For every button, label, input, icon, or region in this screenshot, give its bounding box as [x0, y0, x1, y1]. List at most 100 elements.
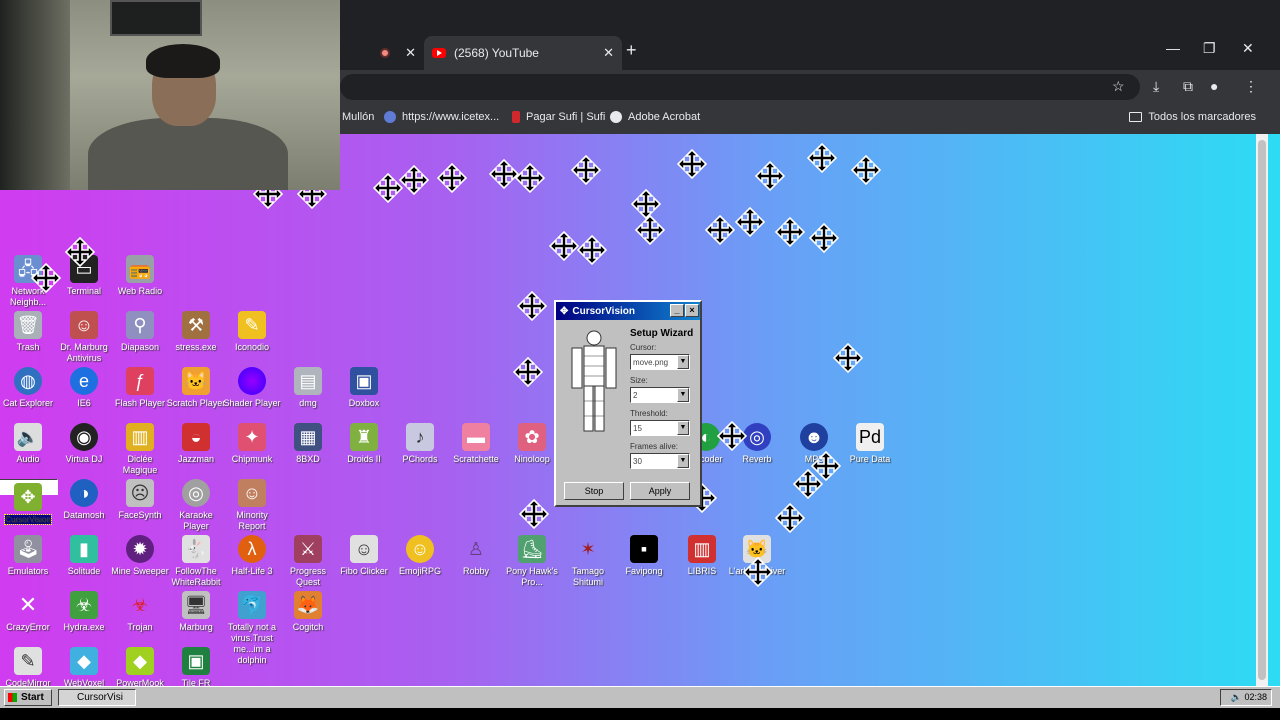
desktop-icon[interactable]: ◆ PowerMook — [110, 647, 170, 689]
desktop-icon[interactable]: ♙ Robby — [446, 535, 506, 577]
desktop-icon[interactable]: ☣ Hydra.exe — [54, 591, 114, 633]
close-tab-icon[interactable]: ✕ — [603, 45, 614, 61]
desktop-icon-selected[interactable]: ✥ CursorVision — [0, 479, 58, 525]
menu-icon[interactable]: ⋮ — [1244, 78, 1258, 95]
desktop-icon[interactable]: 🗑 Trash — [0, 311, 58, 353]
tuning-fork-icon: ⚲ — [126, 311, 154, 339]
tab-recording[interactable]: ✕ — [340, 36, 424, 70]
bookmark-item[interactable]: https://www.icetex... — [384, 111, 499, 123]
desktop-icon[interactable]: ♪ PChords — [390, 423, 450, 465]
desktop-icon[interactable]: ◆ WebVoxel — [54, 647, 114, 689]
desktop-icon[interactable]: ⚔ Progress Quest — [278, 535, 338, 588]
cursor-select[interactable]: move.png ▼ — [630, 354, 690, 370]
webcam-person-hair — [146, 44, 220, 78]
desktop-icon[interactable]: 🖥 Marburg — [166, 591, 226, 633]
desktop-icon[interactable]: ▥ LIBRIS — [672, 535, 732, 577]
desktop-icon[interactable]: Shader Player — [222, 367, 282, 409]
download-icon[interactable]: ⤓ — [1153, 78, 1159, 95]
cassette-icon: ▬ — [462, 423, 490, 451]
new-tab-button[interactable]: + — [626, 40, 637, 61]
desktop-icon[interactable]: ▥ Diclée Magique — [110, 423, 170, 476]
desktop-icon[interactable]: ☺ Fibo Clicker — [334, 535, 394, 577]
stop-button[interactable]: Stop — [564, 482, 624, 500]
apply-button[interactable]: Apply — [630, 482, 690, 500]
desktop-icon[interactable]: ☹ FaceSynth — [110, 479, 170, 521]
desktop-icon[interactable]: ƒ Flash Player — [110, 367, 170, 409]
profile-avatar[interactable]: ● — [1210, 78, 1218, 94]
doctor-icon: ☺ — [70, 311, 98, 339]
tab-youtube[interactable]: (2568) YouTube ✕ — [424, 36, 622, 70]
chevron-down-icon[interactable]: ▼ — [677, 454, 689, 468]
desktop-icon[interactable]: ▤ dmg — [278, 367, 338, 409]
all-bookmarks-button[interactable]: Todos los marcadores — [1129, 111, 1256, 123]
desktop-icon[interactable]: ☺ Minority Report — [222, 479, 282, 532]
cursor-label: Cursor: — [630, 343, 657, 352]
desktop-icon[interactable]: 🐬 Totally not a virus.Trust me...im a dol… — [222, 591, 282, 666]
taskbar-item-cursorvision[interactable]: CursorVisi — [58, 689, 136, 706]
desktop-icon[interactable]: 📻 Web Radio — [110, 255, 170, 297]
desktop-icon[interactable]: e IE6 — [54, 367, 114, 409]
desktop-icon[interactable]: 🕹 Emulators — [0, 535, 58, 577]
desktop-icon[interactable]: ⚒ stress.exe — [166, 311, 226, 353]
all-bookmarks-label: Todos los marcadores — [1148, 111, 1256, 123]
bookmark-item[interactable]: Adobe Acrobat — [610, 111, 700, 123]
desktop-icon[interactable]: ✦ Chipmunk — [222, 423, 282, 465]
desktop-icon[interactable]: λ Half-Life 3 — [222, 535, 282, 577]
chevron-down-icon[interactable]: ▼ — [677, 388, 689, 402]
desktop-icon[interactable]: ◎ Karaoke Player — [166, 479, 226, 532]
desktop-icon[interactable]: ☣ Trojan — [110, 591, 170, 633]
threshold-select[interactable]: 15 ▼ — [630, 420, 690, 436]
desktop-icon[interactable]: ▮ Solitude — [54, 535, 114, 577]
move-cursor-icon — [851, 155, 881, 185]
desktop-icon[interactable]: ◒ Jazzman — [166, 423, 226, 465]
start-button[interactable]: Start — [4, 689, 52, 706]
desktop-icon[interactable]: 🦊 Cogitch — [278, 591, 338, 633]
desktop-icon[interactable]: 🐱 Scratch Player — [166, 367, 226, 409]
extensions-icon[interactable]: ⧉ — [1183, 78, 1193, 95]
desktop-icon[interactable]: ◉ Virtua DJ — [54, 423, 114, 465]
desktop-icon[interactable]: ✹ Mine Sweeper — [110, 535, 170, 577]
dialog-close-button[interactable]: × — [685, 304, 699, 317]
gameboy-icon: ▣ — [182, 647, 210, 675]
desktop-icon[interactable]: ☺ Dr. Marburg Antivirus — [54, 311, 114, 364]
desktop-icon[interactable]: ◍ Cat Explorer — [0, 367, 58, 409]
shader-sphere-icon — [238, 367, 266, 395]
desktop-icon[interactable]: ⚲ Diapason — [110, 311, 170, 353]
desktop-icon[interactable]: ▣ Tile FR — [166, 647, 226, 689]
scrollbar-thumb[interactable] — [1258, 140, 1266, 680]
address-bar[interactable] — [340, 74, 1140, 100]
close-tab-icon[interactable]: ✕ — [405, 45, 416, 61]
desktop-icon[interactable]: ✎ CodeMirror — [0, 647, 58, 689]
frames-alive-select[interactable]: 30 ▼ — [630, 453, 690, 469]
close-window-button[interactable]: ✕ — [1242, 40, 1254, 57]
desktop-icon[interactable]: 🐇 FollowThe WhiteRabbit — [166, 535, 226, 588]
desktop-icon[interactable]: 🔈 Audio — [0, 423, 58, 465]
chevron-down-icon[interactable]: ▼ — [677, 421, 689, 435]
desktop-icon[interactable]: ◑ Datamosh — [54, 479, 114, 521]
swords-icon: ⚔ — [294, 535, 322, 563]
bookmark-item[interactable]: Pagar Sufi | Sufi — [512, 111, 605, 123]
desktop-icon[interactable]: ▣ Doxbox — [334, 367, 394, 409]
desktop-icon[interactable]: ▪ Favipong — [614, 535, 674, 577]
desktop-icon[interactable]: ⛸ Pony Hawk's Pro... — [502, 535, 562, 588]
sufi-favicon-icon — [512, 111, 520, 123]
desktop-icon[interactable]: ✎ Iconodio — [222, 311, 282, 353]
bookmark-item[interactable]: Mullón — [342, 111, 374, 123]
desktop-icon[interactable]: ✿ Ninoloop — [502, 423, 562, 465]
dialog-titlebar[interactable]: ✥ CursorVision _ × — [556, 302, 700, 320]
minimize-button[interactable]: — — [1166, 40, 1180, 56]
face-icon: ☹ — [126, 479, 154, 507]
desktop-icon[interactable]: Pd Pure Data — [840, 423, 900, 465]
speaker-icon[interactable]: 🔈 — [1231, 692, 1245, 702]
chevron-down-icon[interactable]: ▼ — [677, 355, 689, 369]
desktop-icon[interactable]: ♜ Droids II — [334, 423, 394, 465]
size-select[interactable]: 2 ▼ — [630, 387, 690, 403]
desktop-icon[interactable]: ✶ Tamago Shitumi — [558, 535, 618, 588]
desktop-icon[interactable]: ☺ EmojiRPG — [390, 535, 450, 577]
dialog-minimize-button[interactable]: _ — [670, 304, 684, 317]
star-icon[interactable]: ☆ — [1112, 78, 1125, 95]
restore-button[interactable]: ❐ — [1203, 40, 1216, 57]
desktop-icon[interactable]: ✕ CrazyError — [0, 591, 58, 633]
desktop-icon[interactable]: ▬ Scratchette — [446, 423, 506, 465]
desktop-icon[interactable]: ▦ 8BXD — [278, 423, 338, 465]
